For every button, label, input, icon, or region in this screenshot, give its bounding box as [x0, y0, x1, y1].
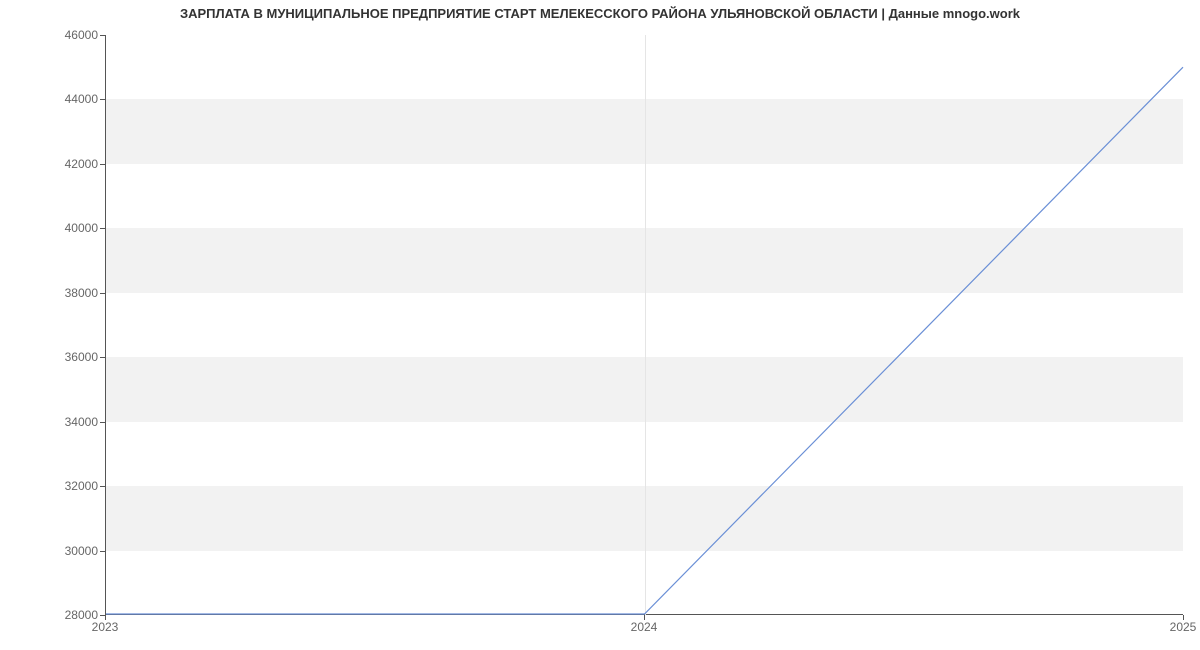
- y-tick-label: 36000: [8, 350, 98, 364]
- y-tick-label: 38000: [8, 286, 98, 300]
- x-tick-label: 2024: [631, 620, 658, 634]
- x-tick-label: 2023: [92, 620, 119, 634]
- x-tick-mark: [105, 615, 106, 620]
- y-tick-label: 30000: [8, 544, 98, 558]
- x-tick-label: 2025: [1170, 620, 1197, 634]
- x-tick-mark: [644, 615, 645, 620]
- series-line: [106, 67, 1183, 614]
- chart-title: ЗАРПЛАТА В МУНИЦИПАЛЬНОЕ ПРЕДПРИЯТИЕ СТА…: [0, 6, 1200, 21]
- y-tick-label: 28000: [8, 608, 98, 622]
- chart-container: ЗАРПЛАТА В МУНИЦИПАЛЬНОЕ ПРЕДПРИЯТИЕ СТА…: [0, 0, 1200, 650]
- y-tick-label: 34000: [8, 415, 98, 429]
- y-tick-label: 32000: [8, 479, 98, 493]
- plot-area: [105, 35, 1183, 615]
- y-tick-label: 42000: [8, 157, 98, 171]
- y-tick-label: 40000: [8, 221, 98, 235]
- y-tick-label: 44000: [8, 92, 98, 106]
- series-line-svg: [106, 35, 1183, 614]
- x-tick-mark: [1183, 615, 1184, 620]
- y-tick-label: 46000: [8, 28, 98, 42]
